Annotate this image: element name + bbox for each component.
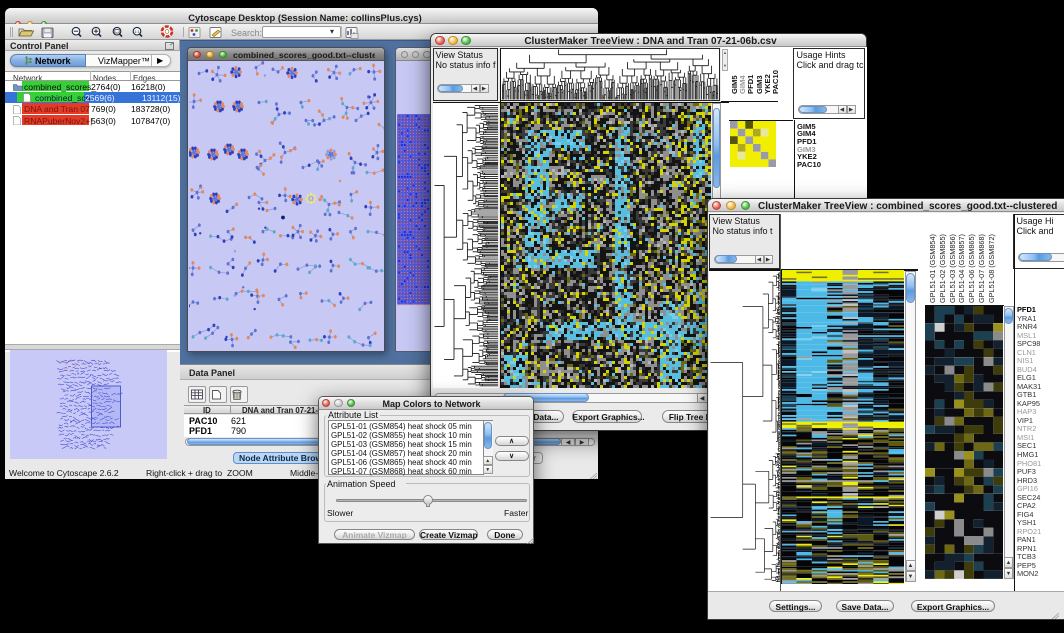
svg-text:1:1: 1:1 [134, 29, 140, 34]
